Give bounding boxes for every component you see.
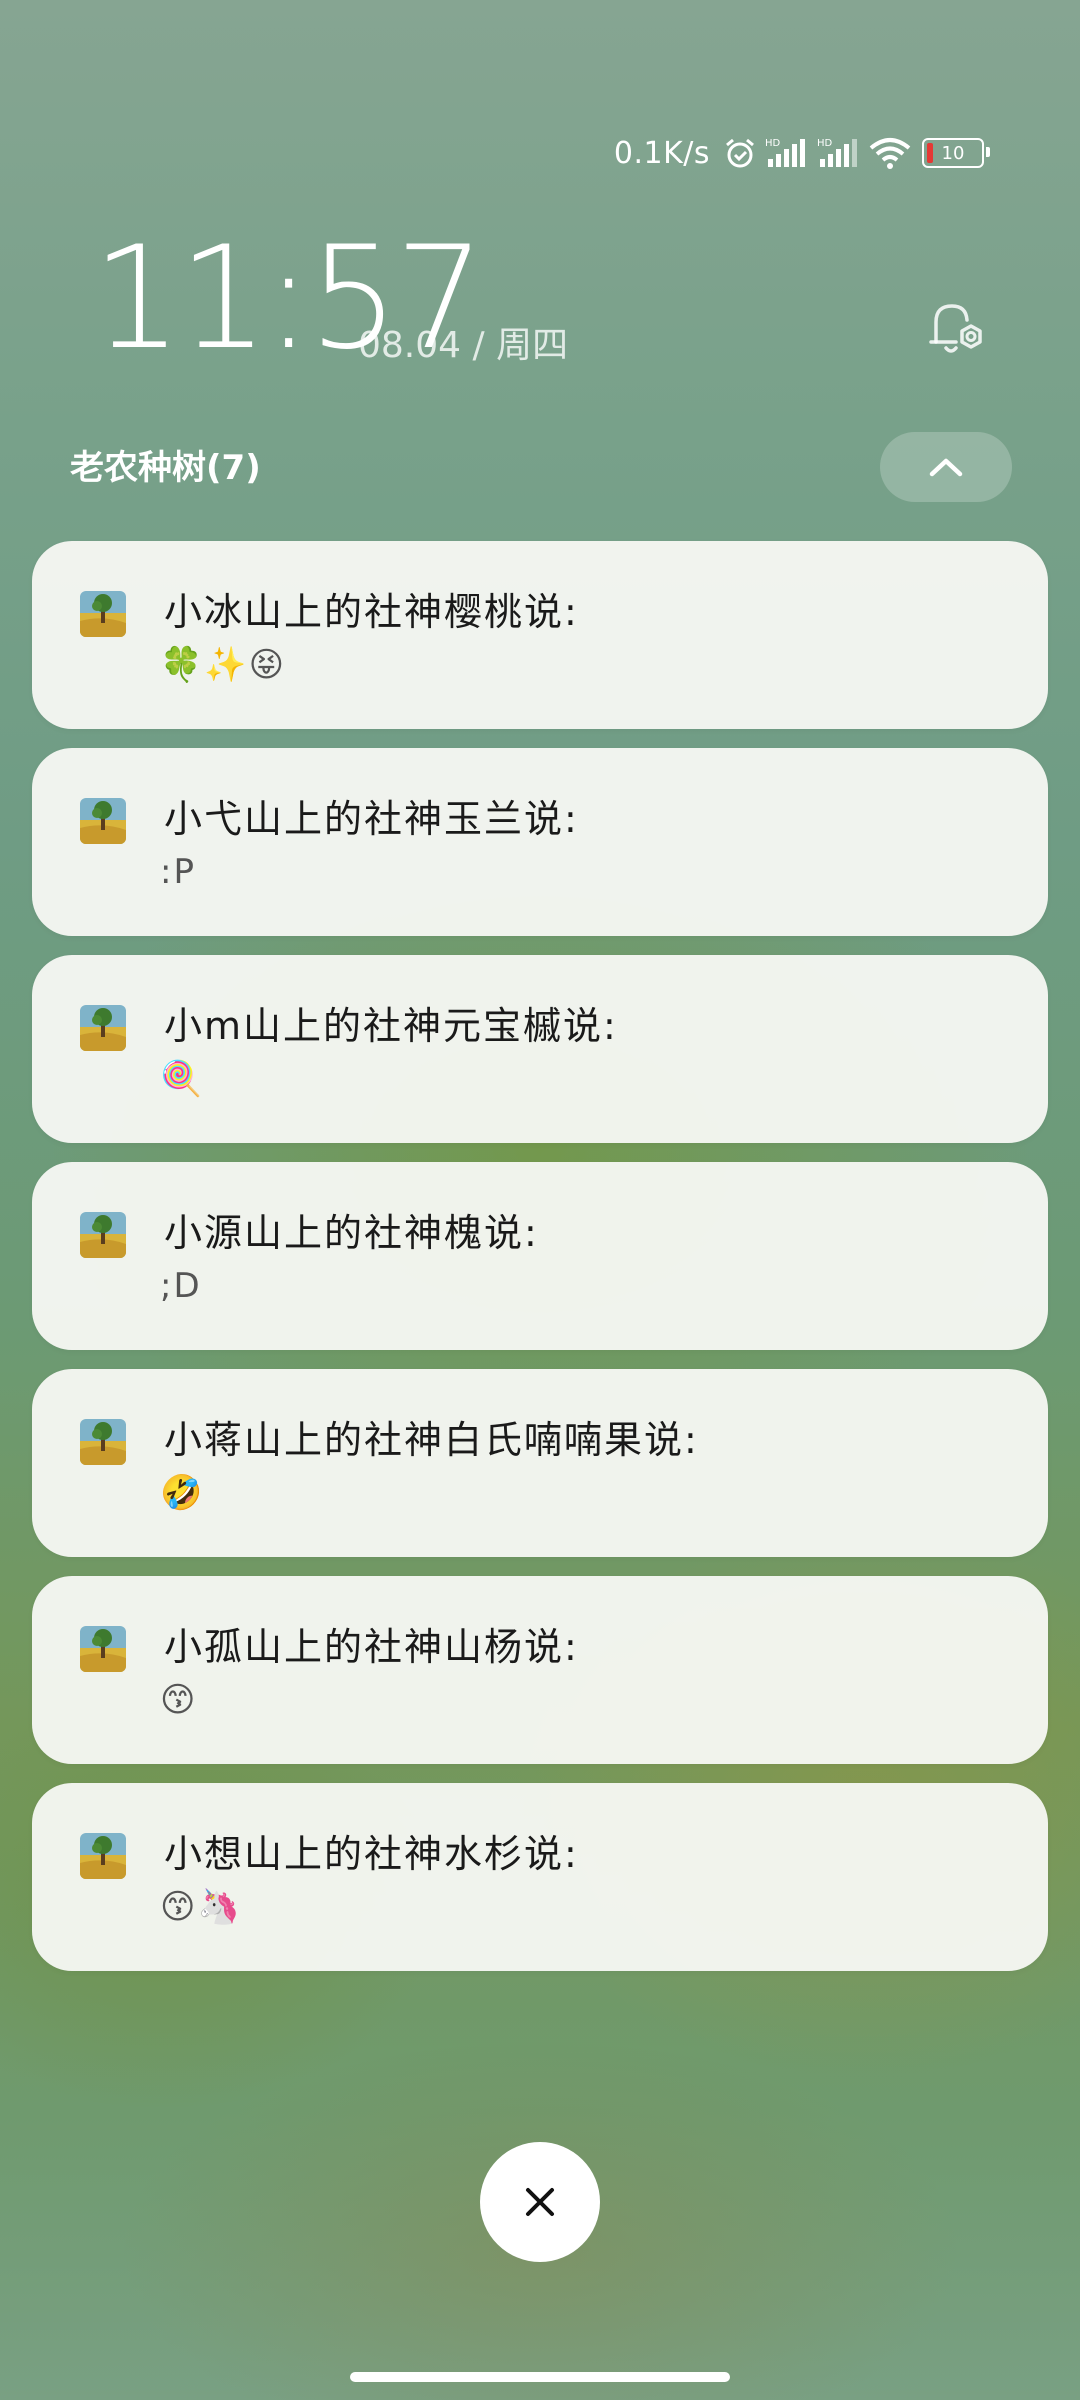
notification-body: 🤣 — [160, 1473, 205, 1513]
notification-body: 🍀✨😝 — [160, 645, 287, 685]
bell-settings-icon — [929, 304, 982, 353]
notification-title: 小弋山上的社神玉兰说: — [164, 797, 579, 841]
battery-icon: 10 — [922, 138, 990, 168]
status-bar: 0.1K/s HD HD 10 — [613, 128, 990, 178]
notification-group-title: 老农种树(7) — [70, 448, 261, 488]
home-indicator[interactable] — [350, 2372, 730, 2382]
notification-card[interactable]: 小弋山上的社神玉兰说::P — [32, 748, 1048, 936]
clear-notifications-button[interactable] — [480, 2142, 600, 2262]
notification-title: 小源山上的社神槐说: — [164, 1211, 539, 1255]
app-icon — [80, 798, 126, 844]
notification-title: 小冰山上的社神樱桃说: — [164, 590, 579, 634]
notification-title: 小m山上的社神元宝槭说: — [164, 1004, 618, 1048]
app-icon — [80, 1833, 126, 1879]
notification-card[interactable]: 小m山上的社神元宝槭说: 🍭 — [32, 955, 1048, 1143]
app-icon — [80, 1212, 126, 1258]
app-icon — [80, 1005, 126, 1051]
notification-body: 😙 — [160, 1680, 198, 1720]
lockscreen-date: 08.04 / 周四 — [358, 325, 569, 366]
notification-body: 🍭 — [160, 1059, 205, 1099]
alarm-icon — [722, 135, 758, 171]
app-icon — [80, 591, 126, 637]
battery-level-text: 10 — [941, 142, 965, 164]
battery-tip — [986, 147, 990, 157]
hd-signal-icon-2: HD — [816, 135, 862, 171]
collapse-group-button[interactable] — [880, 432, 1012, 502]
app-icon — [80, 1626, 126, 1672]
notification-title: 小蒋山上的社神白氏喃喃果说: — [164, 1418, 699, 1462]
notification-card[interactable]: 小蒋山上的社神白氏喃喃果说: 🤣 — [32, 1369, 1048, 1557]
chevron-up-icon — [929, 458, 963, 477]
notification-body: 😙🦄 — [160, 1887, 242, 1927]
notification-card[interactable]: 小想山上的社神水杉说: 😙🦄 — [32, 1783, 1048, 1971]
notification-card[interactable]: 小源山上的社神槐说: ;D — [32, 1162, 1048, 1350]
notification-settings-button[interactable] — [922, 296, 992, 366]
svg-text:HD: HD — [817, 138, 833, 149]
notification-card[interactable]: 小孤山上的社神山杨说: 😙 — [32, 1576, 1048, 1764]
notification-body: ;D — [160, 1266, 202, 1306]
notification-title: 小想山上的社神水杉说: — [164, 1832, 579, 1876]
notification-body: :P — [160, 852, 196, 892]
hd-signal-icon-1: HD — [764, 135, 810, 171]
notification-title: 小孤山上的社神山杨说: — [164, 1625, 579, 1669]
battery-level-fill — [927, 143, 933, 163]
notification-card[interactable]: 小冰山上的社神樱桃说: 🍀✨😝 — [32, 541, 1048, 729]
svg-text:HD: HD — [765, 138, 781, 149]
network-speed: 0.1K/s — [613, 135, 710, 171]
close-icon — [526, 2188, 554, 2216]
wifi-icon — [868, 135, 912, 171]
app-icon — [80, 1419, 126, 1465]
